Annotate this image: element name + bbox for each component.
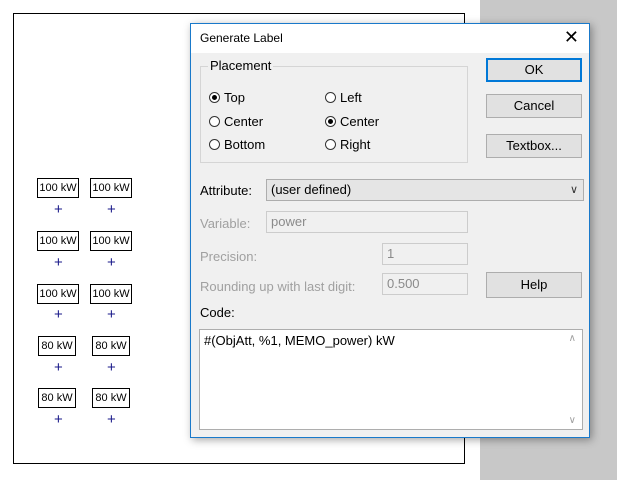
power-label[interactable]: 100 kW — [90, 178, 132, 198]
radio-checked-icon — [209, 91, 220, 103]
variable-field[interactable]: power — [266, 211, 468, 233]
power-label[interactable]: 80 kW — [38, 388, 76, 408]
placement-legend: Placement — [208, 58, 274, 73]
rounding-label: Rounding up with last digit: — [200, 279, 356, 294]
scroll-down-icon[interactable]: ∨ — [569, 415, 576, 426]
power-label[interactable]: 100 kW — [90, 284, 132, 304]
node-marker[interactable]: + — [54, 255, 63, 270]
radio-checked-icon — [325, 115, 336, 127]
radio-label: Left — [340, 89, 362, 105]
rounding-field[interactable]: 0.500 — [382, 273, 468, 295]
variable-label: Variable: — [200, 216, 251, 231]
radio-unchecked-icon — [209, 115, 220, 127]
node-marker[interactable]: + — [107, 360, 116, 375]
attribute-value: (user defined) — [271, 182, 352, 197]
power-label[interactable]: 100 kW — [37, 231, 79, 251]
radio-label: Bottom — [224, 136, 266, 152]
radio-unchecked-icon — [209, 138, 220, 150]
code-label: Code: — [200, 305, 235, 320]
dialog-title: Generate Label — [200, 31, 283, 45]
precision-field[interactable]: 1 — [382, 243, 468, 265]
code-text: #(ObjAtt, %1, MEMO_power) kW — [204, 333, 395, 348]
node-marker[interactable]: + — [107, 307, 116, 322]
node-marker[interactable]: + — [107, 202, 116, 217]
generate-label-dialog: Generate Label ✕ Placement Top Center Bo… — [190, 23, 590, 438]
chevron-down-icon[interactable]: ∨ — [570, 180, 578, 200]
precision-label: Precision: — [200, 249, 258, 264]
radio-right[interactable]: Right — [325, 136, 370, 152]
power-label[interactable]: 100 kW — [90, 231, 132, 251]
textbox-button[interactable]: Textbox... — [486, 134, 582, 158]
attribute-dropdown[interactable]: (user defined) ∨ — [266, 179, 584, 201]
radio-label: Right — [340, 136, 371, 152]
node-marker[interactable]: + — [54, 307, 63, 322]
power-label[interactable]: 100 kW — [37, 178, 79, 198]
radio-center-horizontal[interactable]: Center — [325, 113, 379, 129]
radio-unchecked-icon — [325, 91, 336, 103]
power-label[interactable]: 80 kW — [92, 388, 130, 408]
power-label[interactable]: 100 kW — [37, 284, 79, 304]
help-button[interactable]: Help — [486, 272, 582, 298]
radio-bottom[interactable]: Bottom — [209, 136, 265, 152]
ok-button[interactable]: OK — [486, 58, 582, 82]
node-marker[interactable]: + — [54, 360, 63, 375]
scroll-up-icon[interactable]: ∧ — [569, 333, 576, 344]
node-marker[interactable]: + — [107, 412, 116, 427]
close-icon[interactable]: ✕ — [564, 27, 579, 47]
node-marker[interactable]: + — [54, 412, 63, 427]
node-marker[interactable]: + — [54, 202, 63, 217]
radio-label: Top — [224, 89, 245, 105]
radio-label: Center — [340, 113, 380, 129]
code-textarea[interactable]: #(ObjAtt, %1, MEMO_power) kW ∧ ∨ — [199, 329, 583, 430]
radio-label: Center — [224, 113, 264, 129]
attribute-label: Attribute: — [200, 183, 253, 198]
dialog-titlebar[interactable]: Generate Label ✕ — [191, 24, 589, 53]
power-label[interactable]: 80 kW — [38, 336, 76, 356]
cancel-button[interactable]: Cancel — [486, 94, 582, 118]
radio-unchecked-icon — [325, 138, 336, 150]
node-marker[interactable]: + — [107, 255, 116, 270]
power-label[interactable]: 80 kW — [92, 336, 130, 356]
radio-center-vertical[interactable]: Center — [209, 113, 263, 129]
radio-top[interactable]: Top — [209, 89, 245, 105]
radio-left[interactable]: Left — [325, 89, 362, 105]
